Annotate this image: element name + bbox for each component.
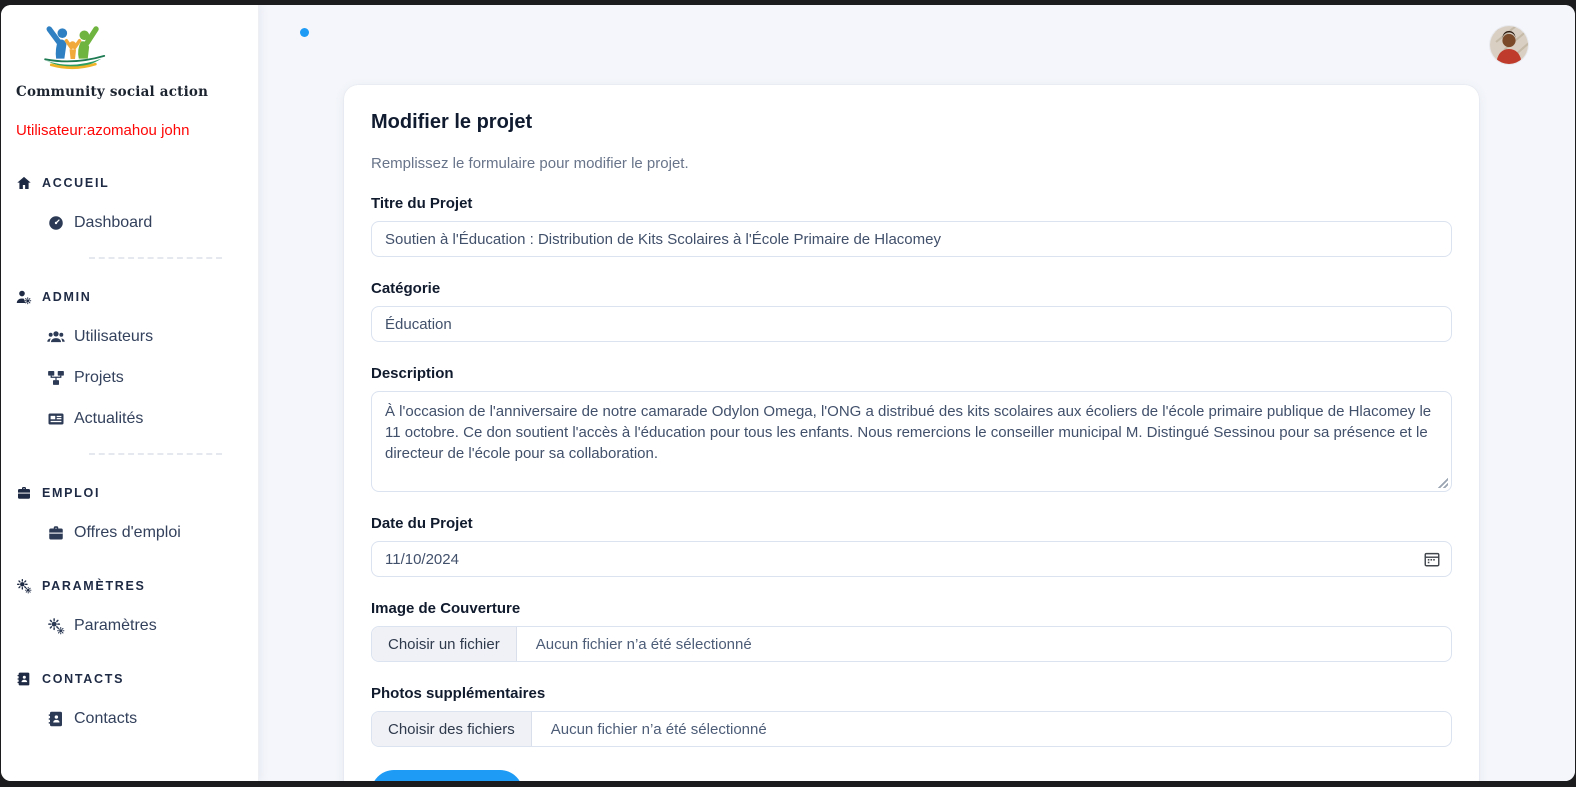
community-logo-icon: [41, 19, 107, 79]
categorie-input[interactable]: [371, 306, 1452, 342]
submit-project-button[interactable]: Modifier le Projet: [371, 770, 523, 781]
users-icon: [47, 328, 65, 346]
gears-icon: [16, 578, 32, 594]
user-avatar[interactable]: [1490, 26, 1528, 64]
sidebar-nav: ACCUEIL Dashboard: [1, 175, 258, 728]
sidebar-item-label: Offres d'emploi: [74, 524, 181, 542]
section-admin: ADMIN: [1, 289, 258, 305]
choose-file-button[interactable]: Choisir un fichier: [372, 627, 517, 661]
calendar-icon[interactable]: [1423, 550, 1441, 568]
section-parametres: PARAMÈTRES: [1, 578, 258, 594]
avatar-photo: [1490, 26, 1528, 64]
project-diagram-icon: [47, 369, 65, 387]
description-textarea[interactable]: À l'occasion de l'anniversaire de notre …: [371, 391, 1452, 492]
photos-label: Photos supplémentaires: [371, 685, 1452, 702]
briefcase-icon: [16, 485, 32, 501]
file-status-text: Aucun fichier n’a été sélectionné: [517, 627, 752, 661]
section-label: ADMIN: [42, 290, 91, 304]
page-title: Modifier le projet: [371, 111, 1452, 134]
sidebar-item-contacts[interactable]: Contacts: [47, 710, 137, 728]
section-label: PARAMÈTRES: [42, 579, 146, 593]
edit-project-card: Modifier le projet Remplissez le formula…: [344, 85, 1479, 781]
sidebar-item-label: Actualités: [74, 410, 143, 428]
date-label: Date du Projet: [371, 515, 1452, 532]
sidebar-item-label: Paramètres: [74, 617, 157, 635]
titre-label: Titre du Projet: [371, 195, 1452, 212]
date-input[interactable]: [371, 541, 1452, 577]
sidebar-item-label: Projets: [74, 369, 124, 387]
sidebar-item-actualites[interactable]: Actualités: [47, 410, 143, 428]
sidebar-item-label: Utilisateurs: [74, 328, 153, 346]
file-status-text: Aucun fichier n’a été sélectionné: [532, 712, 767, 746]
sidebar-item-label: Dashboard: [74, 214, 152, 232]
app-window: Community social action Utilisateur:azom…: [1, 5, 1575, 781]
briefcase-icon: [47, 524, 65, 542]
sidebar-item-utilisateurs[interactable]: Utilisateurs: [47, 328, 153, 346]
section-label: EMPLOI: [42, 486, 100, 500]
home-icon: [16, 175, 32, 191]
section-label: CONTACTS: [42, 672, 124, 686]
gears-icon: [47, 617, 65, 635]
section-accueil: ACCUEIL: [1, 175, 258, 191]
org-logo: [1, 5, 258, 84]
sidebar-item-projets[interactable]: Projets: [47, 369, 124, 387]
sidebar-divider: [89, 257, 222, 259]
newspaper-icon: [47, 410, 65, 428]
section-emploi: EMPLOI: [1, 485, 258, 501]
address-book-icon: [47, 710, 65, 728]
sidebar-divider: [89, 453, 222, 455]
user-gear-icon: [16, 289, 32, 305]
categorie-label: Catégorie: [371, 280, 1452, 297]
sidebar-item-label: Contacts: [74, 710, 137, 728]
sidebar-item-offres-emploi[interactable]: Offres d'emploi: [47, 524, 181, 542]
choose-files-button[interactable]: Choisir des fichiers: [372, 712, 532, 746]
section-contacts: CONTACTS: [1, 671, 258, 687]
sidebar-item-parametres[interactable]: Paramètres: [47, 617, 157, 635]
photos-file-input[interactable]: Choisir des fichiers Aucun fichier n’a é…: [371, 711, 1452, 747]
titre-input[interactable]: [371, 221, 1452, 257]
dashboard-icon: [47, 214, 65, 232]
address-book-icon: [16, 671, 32, 687]
logged-in-user-label: Utilisateur:azomahou john: [16, 122, 258, 139]
sidebar-item-dashboard[interactable]: Dashboard: [47, 214, 152, 232]
cover-file-input[interactable]: Choisir un fichier Aucun fichier n’a été…: [371, 626, 1452, 662]
sidebar: Community social action Utilisateur:azom…: [1, 5, 259, 781]
page-subtitle: Remplissez le formulaire pour modifier l…: [371, 155, 1452, 172]
cover-label: Image de Couverture: [371, 600, 1452, 617]
org-name: Community social action: [16, 84, 258, 100]
description-label: Description: [371, 365, 1452, 382]
notification-dot: [300, 28, 309, 37]
main-content: Modifier le projet Remplissez le formula…: [259, 5, 1575, 781]
section-label: ACCUEIL: [42, 176, 109, 190]
